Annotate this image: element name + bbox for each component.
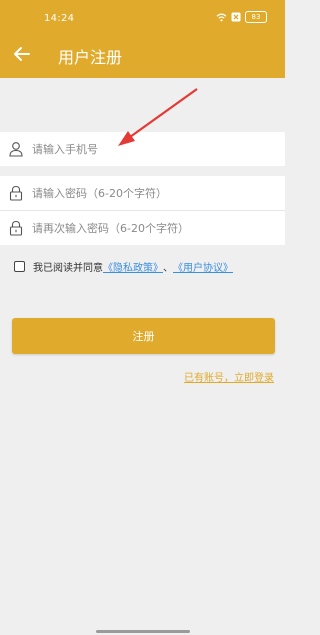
user-agreement-link[interactable]: 《用户协议》 [173,259,233,274]
back-arrow-icon[interactable] [10,42,34,66]
agreement-text: 我已阅读并同意 [33,262,103,274]
status-bar: 14:24 83 [0,0,285,32]
confirm-password-field[interactable] [0,211,285,245]
title-bar: 用户注册 [0,34,285,74]
confirm-password-input[interactable] [32,211,272,245]
status-icons: 83 [216,10,267,24]
login-link[interactable]: 已有账号，立即登录 [184,369,274,384]
battery-icon: 83 [245,11,267,23]
close-box-icon [231,12,241,22]
password-input[interactable] [32,176,272,210]
agreement-separator: 、 [163,262,173,274]
agreement-row: 我已阅读并同意 《隐私政策》 、 《用户协议》 [14,259,233,274]
phone-input[interactable] [32,132,272,166]
user-icon [9,142,23,157]
privacy-policy-link[interactable]: 《隐私政策》 [103,259,163,274]
status-time: 14:24 [44,13,75,24]
lock-icon [9,185,23,201]
header-bar: 14:24 83 用户注册 [0,0,285,78]
password-field[interactable] [0,176,285,210]
page-title: 用户注册 [58,48,123,67]
wifi-icon [216,13,227,21]
phone-field[interactable] [0,132,285,166]
register-button[interactable]: 注册 [12,318,275,354]
agreement-checkbox[interactable] [14,260,25,272]
lock-icon [9,220,23,236]
home-indicator[interactable] [96,630,190,633]
